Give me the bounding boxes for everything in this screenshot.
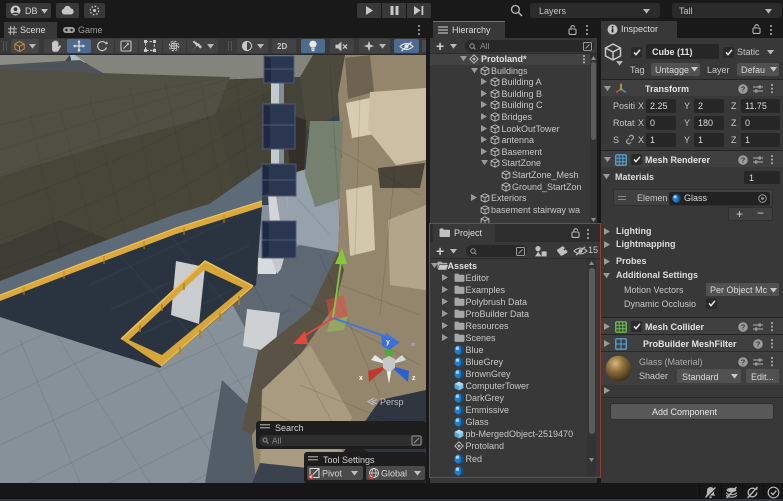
svg-text:Search: Search — [275, 423, 304, 433]
svg-text:All: All — [272, 436, 282, 446]
svg-text:?: ? — [741, 155, 746, 164]
svg-text:y: y — [386, 339, 390, 346]
svg-text:Persp: Persp — [380, 397, 404, 407]
svg-text:?: ? — [756, 339, 761, 348]
svg-text:?: ? — [741, 357, 746, 366]
svg-text:?: ? — [741, 322, 746, 331]
svg-text:z: z — [412, 375, 416, 382]
svg-text:x: x — [359, 375, 363, 382]
svg-text:Pivot: Pivot — [322, 469, 343, 479]
svg-text:Global: Global — [381, 469, 407, 479]
svg-text:Tool Settings: Tool Settings — [323, 455, 375, 465]
svg-text:?: ? — [741, 84, 746, 93]
